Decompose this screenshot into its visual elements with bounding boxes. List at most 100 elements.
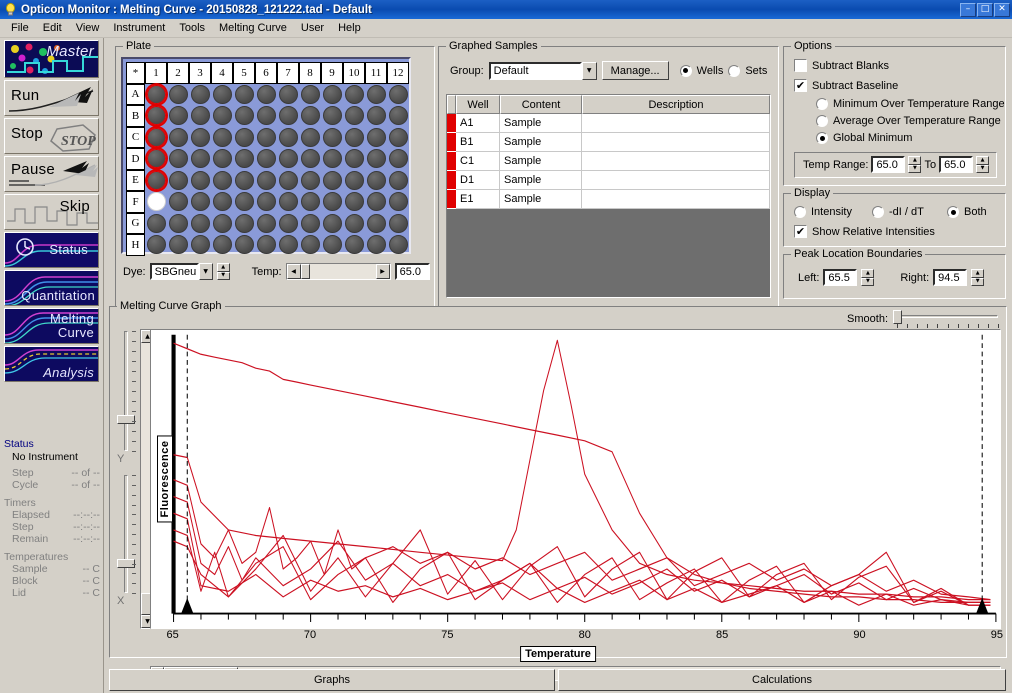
subtract-blanks-check-icon[interactable] — [794, 59, 807, 72]
well-circle-B5[interactable] — [234, 106, 254, 126]
cell-description[interactable] — [582, 190, 770, 209]
temp-range-to-spinner[interactable]: ▲ ▼ — [976, 156, 990, 173]
well-circle-G11[interactable] — [366, 213, 386, 233]
plate-row-header-H[interactable]: H — [126, 234, 145, 256]
temp-slider-right-arrow[interactable]: ▶ — [375, 264, 390, 279]
sets-radio-icon[interactable] — [728, 64, 741, 77]
x-slider-track[interactable] — [124, 475, 128, 593]
well-circle-D4[interactable] — [212, 149, 232, 169]
well-circle-H11[interactable] — [366, 235, 386, 255]
cell-content[interactable]: Sample — [500, 152, 582, 171]
well-circle-D7[interactable] — [278, 149, 298, 169]
cell-content[interactable]: Sample — [500, 171, 582, 190]
plate-well-B8[interactable] — [299, 105, 321, 127]
table-header-content[interactable]: Content — [500, 95, 582, 114]
plate-well-H6[interactable] — [255, 234, 277, 256]
temp-value-field[interactable]: 65.0 — [394, 263, 430, 280]
well-circle-G3[interactable] — [190, 213, 210, 233]
well-circle-B8[interactable] — [300, 106, 320, 126]
plate-well-C1[interactable] — [145, 127, 167, 149]
sidebar-button-quantitation[interactable]: Quantitation — [4, 270, 99, 306]
well-circle-A6[interactable] — [256, 84, 276, 104]
close-button[interactable]: ✕ — [994, 2, 1010, 17]
plate-col-header-9[interactable]: 9 — [321, 62, 343, 84]
plate-col-header-11[interactable]: 11 — [365, 62, 387, 84]
plate-well-C7[interactable] — [277, 127, 299, 149]
well-circle-D6[interactable] — [256, 149, 276, 169]
peak-right-up[interactable]: ▲ — [971, 269, 985, 278]
plate-well-C4[interactable] — [211, 127, 233, 149]
baseline-minimum-radio-icon[interactable] — [816, 98, 828, 110]
well-circle-E7[interactable] — [278, 170, 298, 190]
plate-well-G12[interactable] — [387, 213, 409, 235]
well-circle-G10[interactable] — [344, 213, 364, 233]
well-circle-G9[interactable] — [322, 213, 342, 233]
well-circle-H10[interactable] — [344, 235, 364, 255]
well-circle-E9[interactable] — [322, 170, 342, 190]
plate-well-H12[interactable] — [387, 234, 409, 256]
maximize-button[interactable]: □ — [977, 2, 993, 17]
well-circle-D12[interactable] — [388, 149, 408, 169]
peak-left-spinner[interactable]: ▲ ▼ — [861, 269, 875, 286]
plate-row-header-E[interactable]: E — [126, 169, 145, 191]
table-body[interactable]: A1 Sample B1 Sample C1 Sample D1 Sample E1 Sample — [447, 114, 770, 209]
well-circle-G4[interactable] — [212, 213, 232, 233]
plate-well-C6[interactable] — [255, 127, 277, 149]
plate-row-header-G[interactable]: G — [126, 212, 145, 234]
well-circle-B6[interactable] — [256, 106, 276, 126]
plate-well-F1[interactable] — [145, 191, 167, 213]
well-circle-B3[interactable] — [190, 106, 210, 126]
plate-row-header-F[interactable]: F — [126, 191, 145, 213]
plate-well-E12[interactable] — [387, 170, 409, 192]
plate-well-F8[interactable] — [299, 191, 321, 213]
menu-file[interactable]: File — [4, 20, 36, 36]
well-circle-H8[interactable] — [300, 235, 320, 255]
y-slider-track[interactable] — [124, 331, 128, 451]
well-circle-A10[interactable] — [344, 84, 364, 104]
table-header-well[interactable]: Well — [456, 95, 500, 114]
table-row[interactable]: B1 Sample — [447, 133, 770, 152]
plate-well-G10[interactable] — [343, 213, 365, 235]
temp-range-from-field[interactable]: 65.0 — [871, 156, 906, 173]
plate-well-H1[interactable] — [145, 234, 167, 256]
plate-well-G7[interactable] — [277, 213, 299, 235]
plate-well-E7[interactable] — [277, 170, 299, 192]
well-circle-G6[interactable] — [256, 213, 276, 233]
plate-well-area[interactable]: * 1 2 3 4 5 6 7 8 9 10 11 12 A B C D E F G H — [121, 57, 411, 256]
well-circle-E6[interactable] — [256, 170, 276, 190]
well-circle-H2[interactable] — [168, 235, 188, 255]
well-circle-G5[interactable] — [234, 213, 254, 233]
peak-left-down[interactable]: ▼ — [861, 277, 875, 286]
well-circle-H12[interactable] — [388, 235, 408, 255]
well-circle-E11[interactable] — [366, 170, 386, 190]
well-circle-E1[interactable] — [146, 170, 166, 190]
plate-well-A9[interactable] — [321, 84, 343, 106]
mode-sets-radio[interactable]: Sets — [728, 64, 767, 77]
plate-well-B6[interactable] — [255, 105, 277, 127]
plate-well-A2[interactable] — [167, 84, 189, 106]
baseline-average-radio-icon[interactable] — [816, 115, 828, 127]
well-circle-C7[interactable] — [278, 127, 298, 147]
well-circle-G8[interactable] — [300, 213, 320, 233]
graphed-samples-table[interactable]: Well Content Description A1 Sample B1 Sampl… — [446, 94, 771, 298]
plate-well-A5[interactable] — [233, 84, 255, 106]
peak-right-field[interactable]: 94.5 — [933, 269, 968, 286]
menu-user[interactable]: User — [294, 20, 331, 36]
well-circle-F4[interactable] — [212, 192, 232, 212]
sidebar-button-master[interactable]: Master — [4, 40, 99, 78]
group-chevron-down-icon[interactable]: ▼ — [581, 61, 597, 80]
plate-well-D12[interactable] — [387, 148, 409, 170]
plate-well-F9[interactable] — [321, 191, 343, 213]
chevron-down-icon[interactable]: ▼ — [198, 263, 213, 280]
plate-well-F12[interactable] — [387, 191, 409, 213]
didt-radio-icon[interactable] — [872, 206, 884, 218]
smooth-slider[interactable] — [893, 309, 999, 329]
plate-well-B4[interactable] — [211, 105, 233, 127]
plate-well-E1[interactable] — [145, 170, 167, 192]
well-circle-C6[interactable] — [256, 127, 276, 147]
cell-well[interactable]: A1 — [456, 114, 500, 133]
cell-content[interactable]: Sample — [500, 190, 582, 209]
dye-select[interactable]: SBGneu — [149, 263, 199, 280]
well-circle-D11[interactable] — [366, 149, 386, 169]
plate-well-D1[interactable] — [145, 148, 167, 170]
